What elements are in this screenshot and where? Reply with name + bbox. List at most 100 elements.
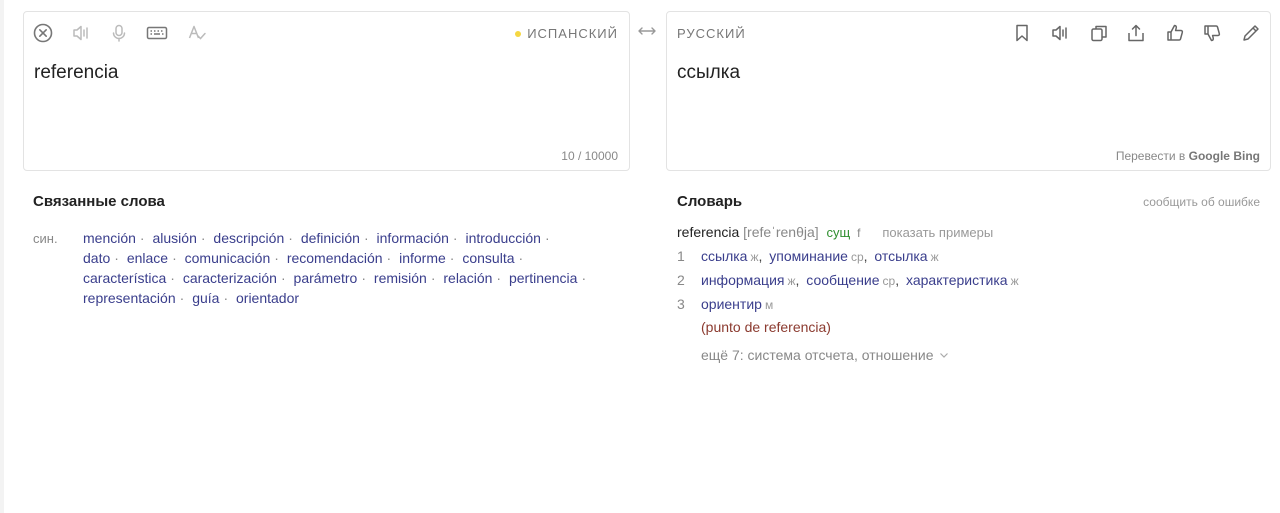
translation-word-link[interactable]: ориентир — [701, 296, 762, 312]
separator: · — [139, 230, 145, 246]
source-panel: ИСПАНСКИЙ referencia 10 / 10000 — [23, 11, 630, 171]
edit-icon[interactable] — [1240, 22, 1262, 44]
synonym-link[interactable]: mención — [83, 230, 136, 246]
meaning-number: 2 — [677, 272, 685, 288]
synonyms-label: син. — [33, 231, 58, 246]
separator: · — [386, 250, 392, 266]
bing-engine-link[interactable]: Bing — [1233, 149, 1260, 163]
speaker-icon[interactable] — [70, 22, 92, 44]
synonym-link[interactable]: pertinencia — [509, 270, 578, 286]
synonym-link[interactable]: enlace — [127, 250, 168, 266]
dictionary-entry-header: referencia [refeˈrenθja] сущ f показать … — [677, 224, 993, 240]
word-gender: ж — [1010, 274, 1019, 288]
source-language-selector[interactable]: ИСПАНСКИЙ — [515, 26, 618, 41]
translation-word-link[interactable]: упоминание — [769, 248, 848, 264]
dictionary-title: Словарь — [677, 193, 743, 210]
share-icon[interactable] — [1125, 22, 1147, 44]
separator: · — [449, 250, 455, 266]
synonym-link[interactable]: consulta — [462, 250, 514, 266]
synonym-link[interactable]: orientador — [236, 290, 299, 306]
separator: · — [361, 270, 367, 286]
separator: · — [544, 230, 550, 246]
meaning-row: 2 информация ж, сообщение ср, характеристик… — [677, 272, 1019, 288]
synonym-link[interactable]: alusión — [152, 230, 196, 246]
synonym-link[interactable]: guía — [192, 290, 219, 306]
separator: · — [223, 290, 229, 306]
word-gender: м — [764, 298, 774, 312]
meaning-number: 1 — [677, 248, 685, 264]
source-language-label: ИСПАНСКИЙ — [527, 26, 618, 41]
show-examples-link[interactable]: показать примеры — [882, 225, 993, 240]
synonym-link[interactable]: descripción — [213, 230, 284, 246]
synonym-link[interactable]: relación — [443, 270, 492, 286]
word-gender: ж — [930, 250, 939, 264]
clear-icon[interactable] — [32, 22, 54, 44]
meaning-row: 1 ссылка ж, упоминание ср, отсылка ж — [677, 248, 939, 264]
translation-output[interactable]: ссылка — [677, 62, 740, 84]
separator: · — [288, 230, 293, 246]
report-error-link[interactable]: сообщить об ошибке — [1143, 195, 1260, 209]
comma-separator: , — [863, 248, 868, 264]
target-panel: РУССКИЙ ссылка Перевести в Google Bing — [666, 11, 1271, 171]
keyboard-icon[interactable] — [146, 22, 168, 44]
separator: · — [114, 250, 119, 266]
synonym-link[interactable]: recomendación — [287, 250, 383, 266]
synonym-link[interactable]: informe — [399, 250, 446, 266]
word-gender: ср — [850, 250, 864, 264]
translation-word-link[interactable]: информация — [701, 272, 784, 288]
microphone-icon[interactable] — [108, 22, 130, 44]
translator-page: ИСПАНСКИЙ referencia 10 / 10000 РУССКИЙ — [0, 0, 1280, 513]
word-gender: ср — [882, 274, 896, 288]
google-engine-link[interactable]: Google — [1189, 149, 1230, 163]
spellcheck-icon[interactable] — [186, 22, 208, 44]
translation-word-link[interactable]: отсылка — [874, 248, 927, 264]
synonym-link[interactable]: introducción — [465, 230, 541, 246]
separator: · — [363, 230, 369, 246]
separator: · — [496, 270, 502, 286]
bookmark-icon[interactable] — [1011, 22, 1033, 44]
synonym-link[interactable]: característica — [83, 270, 166, 286]
source-toolbar: ИСПАНСКИЙ — [24, 12, 629, 52]
speaker-icon[interactable] — [1049, 22, 1071, 44]
word-gender: ж — [787, 274, 796, 288]
comma-separator: , — [795, 272, 800, 288]
translation-word-link[interactable]: характеристика — [906, 272, 1008, 288]
separator: · — [170, 270, 175, 286]
translation-word-link[interactable]: сообщение — [806, 272, 879, 288]
separator: · — [172, 250, 177, 266]
target-language-selector[interactable]: РУССКИЙ — [677, 26, 746, 41]
comma-separator: , — [895, 272, 900, 288]
grammatical-gender: f — [857, 226, 861, 240]
synonym-link[interactable]: caracterización — [183, 270, 277, 286]
separator: · — [274, 250, 279, 266]
synonym-link[interactable]: representación — [83, 290, 176, 306]
meaning-row: 3 ориентир м — [677, 296, 773, 312]
synonym-link[interactable]: remisión — [374, 270, 427, 286]
copy-icon[interactable] — [1088, 22, 1110, 44]
meaning-number: 3 — [677, 296, 685, 312]
part-of-speech: сущ — [826, 225, 851, 240]
target-toolbar: РУССКИЙ — [667, 12, 1270, 52]
separator: · — [200, 230, 206, 246]
headword: referencia — [677, 224, 740, 240]
transcription: [refeˈrenθja] — [743, 224, 819, 240]
separator: · — [581, 270, 587, 286]
comma-separator: , — [758, 248, 763, 264]
swap-languages-icon[interactable] — [636, 22, 658, 40]
thumbs-down-icon[interactable] — [1201, 22, 1223, 44]
source-text-input[interactable]: referencia — [34, 62, 119, 84]
synonyms-list: mención · alusión · descripción · definició… — [83, 228, 593, 308]
more-meanings-toggle[interactable]: ещё 7: система отсчета, отношение — [701, 347, 949, 363]
synonym-link[interactable]: definición — [301, 230, 360, 246]
translation-word-link[interactable]: ссылка — [701, 248, 747, 264]
thumbs-up-icon[interactable] — [1164, 22, 1186, 44]
synonym-link[interactable]: información — [377, 230, 449, 246]
detected-language-dot — [515, 30, 522, 37]
synonym-link[interactable]: comunicación — [185, 250, 271, 266]
translate-prefix: Перевести в — [1115, 149, 1186, 163]
separator: · — [179, 290, 185, 306]
separator: · — [280, 270, 286, 286]
synonym-link[interactable]: dato — [83, 250, 110, 266]
more-meanings-text: ещё 7: система отсчета, отношение — [701, 347, 934, 363]
synonym-link[interactable]: parámetro — [294, 270, 358, 286]
